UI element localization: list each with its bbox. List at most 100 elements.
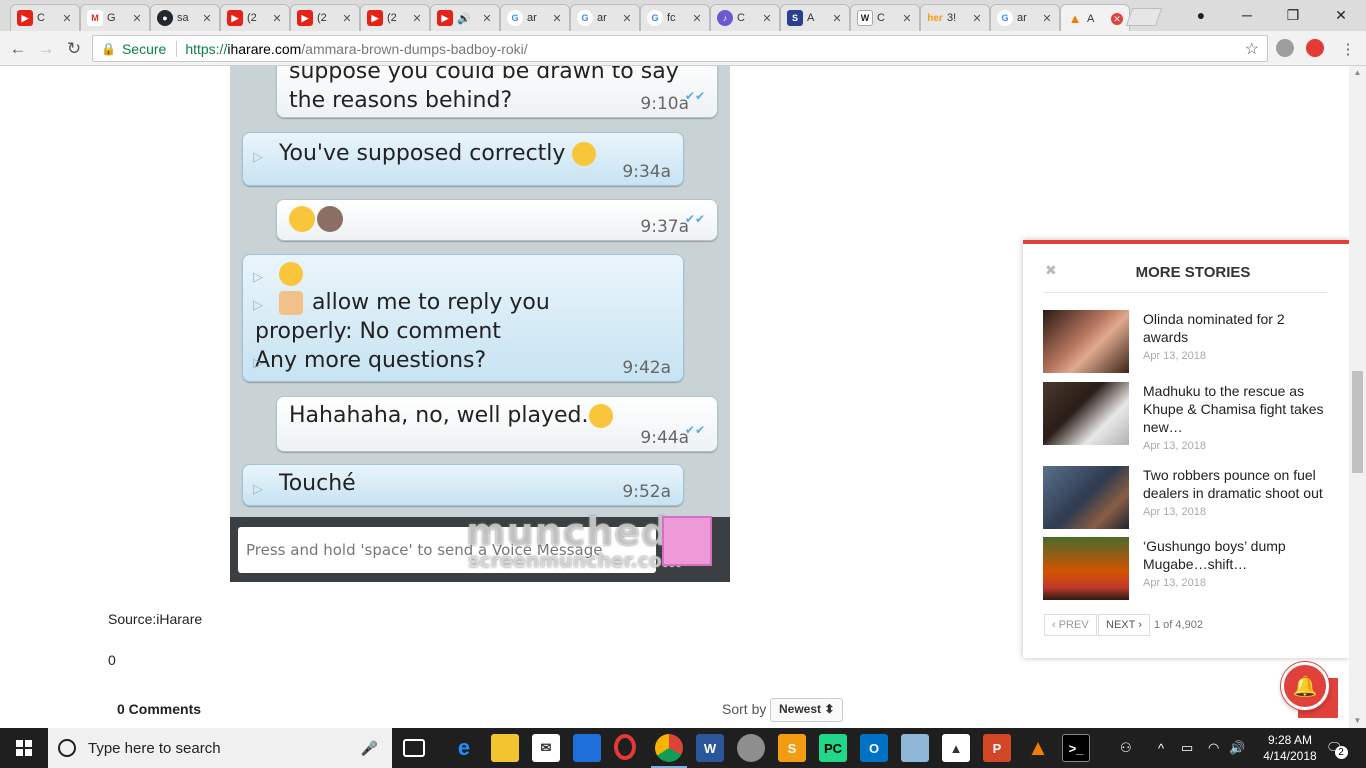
photos-icon[interactable]: ▲ [942,734,970,762]
browser-tab[interactable]: ▶ (2 ✕ [360,4,430,31]
edge-icon[interactable]: e [450,734,478,762]
story-thumbnail[interactable] [1043,537,1129,600]
mail-icon[interactable]: ✉ [532,734,560,762]
close-icon[interactable]: ✕ [341,12,353,25]
wifi-icon[interactable]: ◠ [1208,728,1219,768]
tears-of-joy-emoji-icon [588,404,613,428]
s-icon: S [787,10,803,26]
scroll-down-icon[interactable]: ▼ [1349,714,1366,728]
pycharm-icon[interactable]: PC [819,734,847,762]
chevron-up-icon[interactable]: ^ [1158,728,1164,768]
action-center-icon[interactable]: 🗨 2 [1326,728,1348,768]
close-icon[interactable]: ✕ [1041,12,1053,25]
page-scrollbar[interactable]: ▲ ▼ [1349,66,1366,728]
browser-tab[interactable]: Gar ✕ [990,4,1060,31]
see-no-evil-monkey-emoji-icon [317,206,343,232]
sort-label: Sort by [722,701,767,717]
close-icon[interactable]: ✕ [971,12,983,25]
outlook-icon[interactable]: O [860,734,888,762]
read-ticks-icon: ✔✔ [684,212,705,226]
close-icon[interactable]: ✕ [901,12,913,25]
close-icon[interactable]: ✕ [831,12,843,25]
close-icon[interactable]: ✕ [691,12,703,25]
browser-tab[interactable]: ▶ 🔊 ✕ [430,4,500,31]
browser-tab[interactable]: ♪ C ✕ [710,4,780,31]
close-icon[interactable]: ✕ [761,12,773,25]
sublime-text-icon[interactable]: S [778,734,806,762]
command-prompt-icon[interactable]: >_ [1062,734,1090,762]
system-clock[interactable]: 9:28 AM 4/14/2018 [1262,732,1318,764]
youtube-icon: ▶ [297,10,313,26]
close-icon[interactable]: ✕ [271,12,283,25]
scrollbar-thumb[interactable] [1352,371,1363,473]
people-icon[interactable]: ⚇ [1120,728,1132,768]
screenmuncher-logo-icon [662,516,712,566]
browser-tab[interactable]: Gfc ✕ [640,4,710,31]
close-icon[interactable]: ✕ [411,12,423,25]
new-tab-button[interactable] [1125,8,1163,26]
azure-data-studio-icon[interactable] [573,734,601,762]
address-bar[interactable]: 🔒 Secure https:// iharare.com /ammara-br… [92,35,1268,62]
notepad-icon[interactable] [901,734,929,762]
close-icon[interactable]: ✕ [131,12,143,25]
battery-icon[interactable]: ▭ [1181,728,1193,768]
file-explorer-icon[interactable] [491,734,519,762]
next-button[interactable]: NEXT › [1098,614,1150,636]
word-icon[interactable]: W [696,734,724,762]
browser-tab[interactable]: Gar ✕ [500,4,570,31]
browser-tab[interactable]: ▶ C ✕ [10,4,80,31]
browser-tab[interactable]: ▶ (2 ✕ [290,4,360,31]
vlc-icon[interactable]: ▲ [1024,734,1052,762]
opera-icon[interactable] [614,734,636,760]
browser-tab[interactable]: her 3! ✕ [920,4,990,31]
back-arrow-icon[interactable]: ← [6,37,30,61]
sort-select[interactable]: Newest ⬍ [770,698,844,722]
browser-tab[interactable]: S A ✕ [780,4,850,31]
story-thumbnail[interactable] [1043,466,1129,529]
close-icon[interactable]: ✕ [551,12,563,25]
extension-icon[interactable] [1276,39,1294,57]
close-icon[interactable]: ✕ [621,12,633,25]
browser-tab[interactable]: M G ✕ [80,4,150,31]
forward-arrow-icon[interactable]: → [34,37,58,61]
close-icon[interactable]: ✕ [201,12,213,25]
start-button[interactable] [0,728,48,768]
close-icon[interactable]: ✕ [481,12,493,25]
bookmark-star-icon[interactable]: ☆ [1245,39,1259,59]
prev-button[interactable]: ‹ PREV [1044,614,1097,636]
browser-tab[interactable]: Gar ✕ [570,4,640,31]
story-thumbnail[interactable] [1043,382,1129,445]
menu-icon[interactable]: ⋮ [1336,37,1360,61]
page-info: 1 of 4,902 [1154,619,1203,631]
minimize-button[interactable]: ─ [1224,0,1270,30]
restore-button[interactable]: ❐ [1270,0,1316,30]
volume-icon[interactable]: 🔊 [1229,728,1245,768]
powerpoint-icon[interactable]: P [983,734,1011,762]
browser-tab[interactable]: W C ✕ [850,4,920,31]
notification-bell-icon[interactable]: 🔔 [1281,662,1329,710]
task-view-icon[interactable] [403,739,425,757]
profile-icon[interactable]: ● [1178,0,1224,30]
browser-tab[interactable]: ● sa ✕ [150,4,220,31]
opera-extension-icon[interactable] [1306,39,1324,57]
paint-icon[interactable] [737,734,765,762]
story-thumbnail[interactable] [1043,310,1129,373]
wikipedia-icon: W [857,10,873,26]
google-icon: G [507,10,523,26]
reload-icon[interactable]: ↻ [62,37,86,61]
close-window-button[interactable]: ✕ [1318,0,1364,30]
youtube-icon: ▶ [17,10,33,26]
comments-count: 0 Comments [117,701,202,717]
google-icon: G [647,10,663,26]
close-icon[interactable]: ✕ [61,12,73,25]
gmail-icon: M [87,10,103,26]
browser-tab-active[interactable]: ▲ A ✕ [1060,4,1130,32]
wink-emoji-icon [279,262,303,286]
taskbar-search[interactable]: Type here to search 🎤 [48,728,392,768]
microphone-icon[interactable]: 🎤 [361,740,378,757]
chrome-icon[interactable] [655,734,683,762]
browser-tab[interactable]: ▶ (2 ✕ [220,4,290,31]
scroll-up-icon[interactable]: ▲ [1349,66,1366,80]
lock-icon: 🔒 [101,41,116,56]
close-icon[interactable]: ✕ [1111,12,1123,25]
